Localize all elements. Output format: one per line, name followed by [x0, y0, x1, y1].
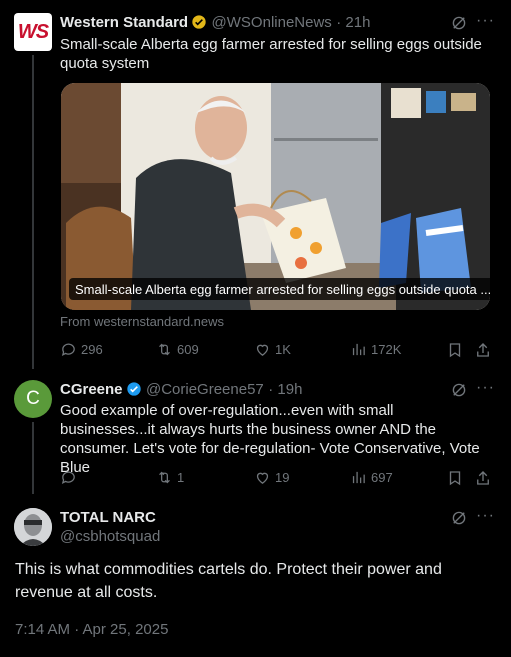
views-button[interactable]: 172K — [350, 341, 401, 358]
reply-icon — [61, 343, 75, 357]
author-name[interactable]: TOTAL NARC — [60, 509, 156, 526]
tweet-text: This is what commodities cartels do. Pro… — [15, 561, 442, 601]
card-caption-overlay: Small-scale Alberta egg farmer arrested … — [69, 278, 490, 300]
views-icon — [352, 471, 365, 484]
retweet-icon — [159, 471, 170, 484]
verified-blue-icon — [126, 382, 141, 396]
card-source[interactable]: From westernstandard.news — [60, 314, 224, 329]
verified-gold-icon — [192, 15, 206, 29]
views-button[interactable]: 697 — [350, 469, 393, 486]
avatar-cgreene[interactable]: C — [14, 380, 52, 418]
link-card[interactable]: Small-scale Alberta egg farmer arrested … — [61, 83, 490, 310]
tweet-text: Good example of over-regulation...even w… — [60, 402, 480, 476]
grok-icon[interactable] — [450, 14, 468, 37]
views-icon — [352, 343, 365, 356]
thread-line — [32, 55, 34, 369]
share-button[interactable] — [474, 469, 492, 492]
bookmark-button[interactable] — [446, 469, 464, 492]
avatar-text: WS — [17, 20, 49, 43]
retweet-icon — [159, 343, 170, 356]
grok-icon[interactable] — [450, 509, 468, 532]
author-name[interactable]: CGreene — [60, 381, 123, 398]
retweet-count: 1 — [177, 470, 185, 485]
card-caption: Small-scale Alberta egg farmer arrested … — [75, 281, 490, 297]
heart-icon — [256, 344, 269, 356]
share-button[interactable] — [474, 341, 492, 364]
avatar-image — [14, 508, 52, 546]
like-button[interactable]: 19 — [254, 469, 289, 486]
heart-icon — [256, 472, 269, 484]
more-options-icon[interactable]: ··· — [476, 379, 495, 397]
share-icon — [477, 343, 489, 357]
views-count: 172K — [371, 342, 402, 357]
retweet-button[interactable]: 1 — [156, 469, 184, 486]
tweet-text: Small-scale Alberta egg farmer arrested … — [60, 36, 482, 72]
reply-icon — [61, 471, 75, 485]
tweet-timestamp[interactable]: 7:14 AM · Apr 25, 2025 — [15, 621, 168, 638]
tweet-time[interactable]: · 21h — [336, 14, 370, 31]
reply-button[interactable]: 296 — [60, 341, 103, 358]
avatar-letter: C — [26, 388, 40, 409]
thread-line — [32, 422, 34, 494]
reply-button[interactable] — [60, 469, 77, 486]
author-handle[interactable]: @WSOnlineNews — [212, 14, 332, 31]
like-count: 1K — [275, 342, 291, 357]
views-count: 697 — [371, 470, 393, 485]
like-button[interactable]: 1K — [254, 341, 291, 358]
avatar-western-standard[interactable]: WS — [14, 13, 52, 51]
author-handle[interactable]: @CorieGreene57 — [146, 381, 264, 398]
share-icon — [477, 471, 489, 485]
author-name[interactable]: Western Standard — [60, 14, 188, 31]
bookmark-button[interactable] — [446, 341, 464, 364]
bookmark-icon — [449, 343, 461, 358]
retweet-button[interactable]: 609 — [156, 341, 199, 358]
like-count: 19 — [275, 470, 290, 485]
author-handle[interactable]: @csbhotsquad — [60, 528, 160, 545]
more-options-icon[interactable]: ··· — [476, 12, 495, 30]
bookmark-icon — [449, 471, 461, 486]
avatar-total-narc[interactable] — [14, 508, 52, 546]
card-photo — [61, 83, 490, 310]
retweet-count: 609 — [177, 342, 199, 357]
more-options-icon[interactable]: ··· — [476, 507, 495, 525]
tweet-time[interactable]: · 19h — [268, 381, 302, 398]
reply-count: 296 — [81, 342, 103, 357]
